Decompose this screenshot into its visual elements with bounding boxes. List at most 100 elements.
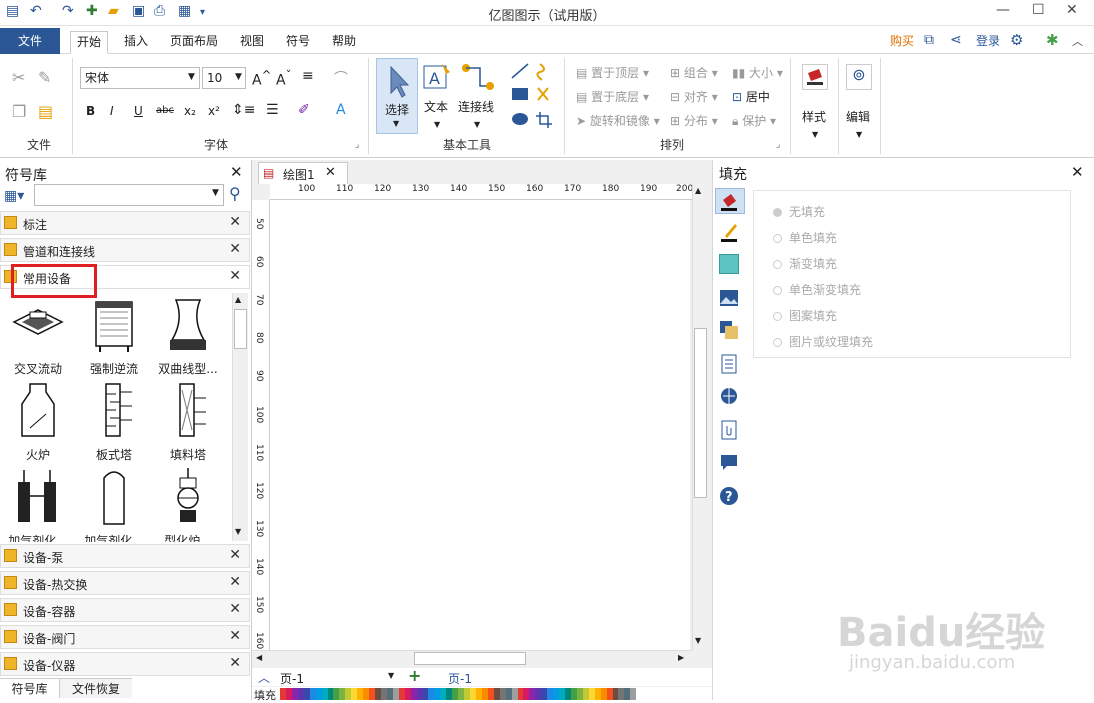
tab-symbol-library[interactable]: 符号库 bbox=[0, 678, 60, 698]
share-icon[interactable]: ⋖ bbox=[950, 32, 962, 48]
rotate-mirror-button[interactable]: ➤ 旋转和镜像 ▾ bbox=[576, 112, 660, 129]
close-icon[interactable]: ✕ bbox=[229, 241, 241, 257]
canvas-horizontal-scrollbar[interactable]: ◀ ▶ bbox=[252, 650, 692, 666]
color-swatch[interactable] bbox=[630, 688, 637, 700]
document-tab[interactable]: ▤ 绘图1 ✕ bbox=[258, 162, 348, 184]
connector-tool-label[interactable]: 连接线 bbox=[458, 98, 494, 115]
tab-symbols[interactable]: 符号 bbox=[280, 31, 316, 54]
globe-icon[interactable] bbox=[719, 386, 739, 406]
strikethrough-icon[interactable]: abc bbox=[156, 105, 174, 116]
add-page-icon[interactable]: + bbox=[408, 666, 421, 685]
fill-option[interactable]: 图案填充 bbox=[773, 307, 837, 324]
shadow-color-icon[interactable] bbox=[719, 254, 739, 274]
scroll-down-icon[interactable]: ▼ bbox=[695, 636, 701, 645]
cut-icon[interactable]: ✂ bbox=[12, 68, 25, 87]
tab-help[interactable]: 帮助 bbox=[326, 31, 362, 54]
shape-tools[interactable] bbox=[510, 62, 558, 132]
search-icon[interactable]: ⚲ bbox=[229, 184, 241, 203]
tab-file-recovery[interactable]: 文件恢复 bbox=[60, 678, 132, 698]
select-tool-button[interactable]: 选择 ▼ bbox=[376, 58, 418, 134]
help-icon[interactable]: ? bbox=[719, 486, 739, 506]
scroll-up-icon[interactable]: ▲ bbox=[695, 186, 701, 195]
drawing-page[interactable] bbox=[270, 200, 690, 650]
tab-file[interactable]: 文件 bbox=[0, 28, 60, 54]
chevron-down-icon[interactable]: ▼ bbox=[388, 671, 394, 680]
text-tool-icon[interactable]: A bbox=[422, 62, 452, 92]
text-tool-label[interactable]: 文本 bbox=[424, 98, 448, 115]
layers-icon[interactable] bbox=[719, 320, 739, 340]
library-category[interactable]: 设备-阀门 ✕ bbox=[0, 625, 250, 649]
close-icon[interactable]: ✕ bbox=[229, 547, 241, 563]
chevron-down-icon[interactable]: ▼ bbox=[212, 188, 219, 198]
binoculars-icon[interactable]: ⊚ bbox=[846, 64, 872, 90]
tab-page-layout[interactable]: 页面布局 bbox=[164, 31, 224, 54]
subscript-icon[interactable]: x₂ bbox=[184, 104, 196, 118]
send-to-back-button[interactable]: ▤ 置于底层 ▾ bbox=[576, 88, 649, 105]
minimize-icon[interactable]: — bbox=[996, 2, 1010, 18]
library-menu-icon[interactable]: ▦▾ bbox=[4, 188, 24, 204]
paste-icon[interactable]: ▤ bbox=[38, 102, 53, 121]
share-window-icon[interactable]: ⧉ bbox=[924, 32, 934, 48]
line-color-icon[interactable] bbox=[719, 222, 739, 242]
library-category[interactable]: 设备-仪器 ✕ bbox=[0, 652, 250, 676]
italic-icon[interactable]: I bbox=[110, 104, 114, 118]
bring-to-front-button[interactable]: ▤ 置于顶层 ▾ bbox=[576, 64, 649, 81]
scroll-up-icon[interactable]: ▲ bbox=[235, 295, 241, 304]
align-button[interactable]: ⊟ 对齐 ▾ bbox=[670, 88, 718, 105]
library-category[interactable]: 设备-热交换 ✕ bbox=[0, 571, 250, 595]
tab-home[interactable]: 开始 bbox=[70, 31, 109, 54]
grow-font-icon[interactable]: A^ bbox=[252, 68, 271, 89]
maximize-icon[interactable]: ☐ bbox=[1032, 2, 1045, 18]
style-icon[interactable] bbox=[802, 64, 828, 90]
fill-option[interactable]: 图片或纹理填充 bbox=[773, 333, 873, 350]
bullets-icon[interactable]: ☰ bbox=[266, 102, 279, 118]
close-icon[interactable]: ✕ bbox=[229, 655, 241, 671]
expand-dialog-icon[interactable]: ⌟ bbox=[776, 140, 780, 150]
expand-dialog-icon[interactable]: ⌟ bbox=[355, 140, 359, 150]
shape-item[interactable]: 交叉流动 bbox=[2, 294, 74, 376]
tab-insert[interactable]: 插入 bbox=[118, 31, 154, 54]
highlight-icon[interactable]: ✐ bbox=[298, 102, 310, 118]
scroll-right-icon[interactable]: ▶ bbox=[678, 653, 684, 662]
superscript-icon[interactable]: x² bbox=[208, 104, 220, 118]
close-icon[interactable]: ✕ bbox=[229, 628, 241, 644]
library-scrollbar[interactable]: ▲ ▼ bbox=[232, 293, 248, 541]
line-spacing-icon[interactable]: ⌒ bbox=[334, 68, 348, 88]
close-icon[interactable]: ✕ bbox=[229, 268, 241, 284]
distribute-button[interactable]: ⊞ 分布 ▾ bbox=[670, 112, 718, 129]
shape-item[interactable]: 填料塔 bbox=[152, 380, 224, 462]
edit-button[interactable]: 编辑 bbox=[846, 108, 870, 125]
fill-option[interactable]: 单色渐变填充 bbox=[773, 281, 861, 298]
close-icon[interactable]: ✕ bbox=[229, 601, 241, 617]
buy-link[interactable]: 购买 bbox=[884, 31, 920, 54]
center-button[interactable]: ⊡ 居中 bbox=[732, 88, 770, 105]
color-palette[interactable] bbox=[280, 688, 637, 700]
scroll-down-icon[interactable]: ▼ bbox=[235, 527, 241, 536]
search-input[interactable] bbox=[34, 184, 224, 206]
library-category[interactable]: 管道和连接线 ✕ bbox=[0, 238, 250, 262]
close-icon[interactable]: ✕ bbox=[325, 165, 336, 180]
close-icon[interactable]: ✕ bbox=[1071, 163, 1084, 181]
library-category[interactable]: 设备-泵 ✕ bbox=[0, 544, 250, 568]
page-selector[interactable]: 页-1 bbox=[280, 670, 304, 687]
gear-icon[interactable]: ⚙ bbox=[1010, 31, 1023, 49]
scroll-thumb[interactable] bbox=[234, 309, 247, 349]
bold-icon[interactable]: B bbox=[86, 104, 95, 118]
protect-button[interactable]: 🔒︎ 保护 ▾ bbox=[732, 112, 776, 129]
apps-icon[interactable]: ✱ bbox=[1046, 31, 1059, 49]
shape-item[interactable]: 双曲线型... bbox=[152, 294, 224, 376]
scroll-left-icon[interactable]: ◀ bbox=[256, 653, 262, 662]
scroll-thumb[interactable] bbox=[694, 328, 707, 498]
shape-item[interactable]: 板式塔 bbox=[78, 380, 150, 462]
copy-icon[interactable]: ❐ bbox=[12, 102, 26, 121]
canvas-vertical-scrollbar[interactable]: ▲ ▼ bbox=[692, 184, 708, 650]
scroll-thumb[interactable] bbox=[414, 652, 526, 665]
page-tab[interactable]: 页-1 bbox=[448, 670, 472, 687]
page-properties-icon[interactable] bbox=[719, 354, 739, 374]
align-text-icon[interactable]: ≡ bbox=[302, 68, 314, 84]
connector-tool-icon[interactable] bbox=[460, 62, 496, 92]
fill-option[interactable]: 无填充 bbox=[773, 203, 825, 220]
close-icon[interactable]: ✕ bbox=[230, 163, 243, 181]
close-icon[interactable]: ✕ bbox=[229, 214, 241, 230]
shape-item[interactable]: 加气剂化... bbox=[78, 466, 150, 542]
